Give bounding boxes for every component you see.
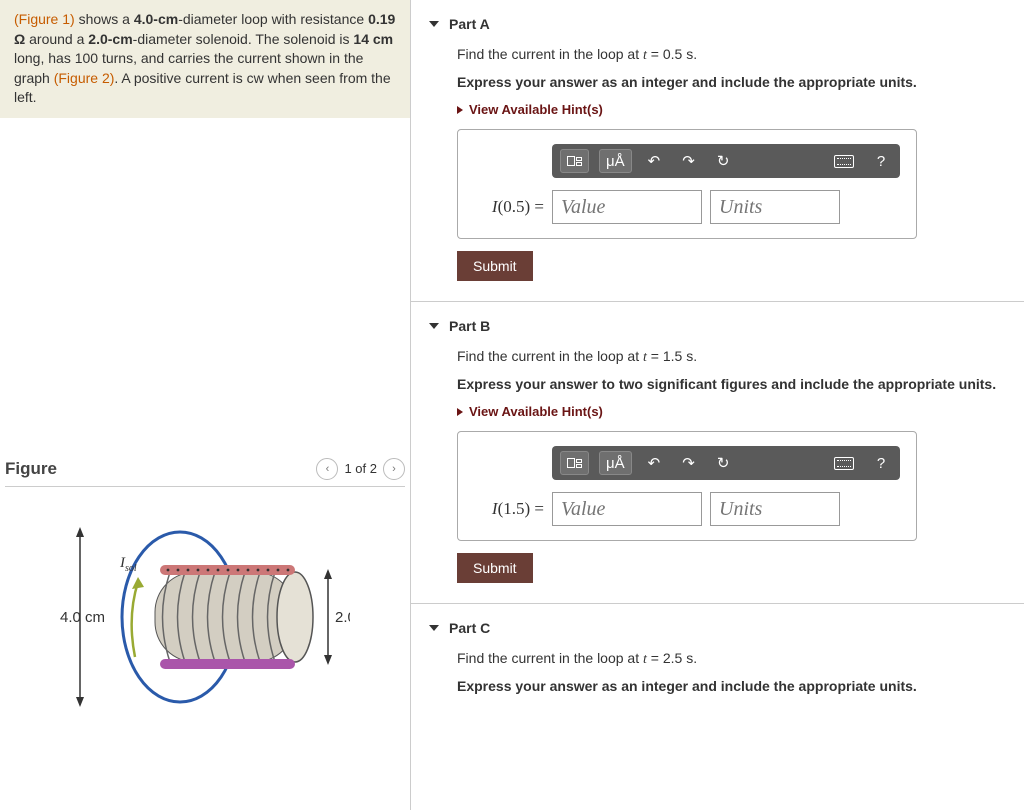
caret-down-icon: [429, 21, 439, 27]
template-icon: [567, 458, 582, 468]
template-icon: [567, 156, 582, 166]
prompt-text: =: [647, 650, 663, 666]
part-b-answer-box: μÅ ↶ ↷ ↻ ? I(1.5) =: [457, 431, 917, 541]
part-c-title: Part C: [449, 620, 490, 636]
answer-toolbar: μÅ ↶ ↷ ↻ ?: [552, 144, 900, 178]
problem-text: -diameter loop with resistance: [178, 11, 368, 27]
figure-pager: ‹ 1 of 2 ›: [316, 458, 405, 480]
part-a-lhs: I(0.5) =: [474, 197, 544, 217]
part-b-header[interactable]: Part B: [429, 312, 1006, 340]
figure-1-link[interactable]: (Figure 1): [14, 11, 75, 27]
prompt-val: 0.5 s: [663, 46, 693, 62]
part-a-hints-toggle[interactable]: View Available Hint(s): [457, 102, 1006, 117]
part-a-body: Find the current in the loop at t = 0.5 …: [429, 38, 1006, 281]
part-b: Part B Find the current in the loop at t…: [411, 302, 1024, 604]
part-b-prompt: Find the current in the loop at t = 1.5 …: [457, 348, 1006, 366]
part-c-instructions: Express your answer as an integer and in…: [457, 678, 1006, 694]
solenoid-length: 14 cm: [353, 31, 393, 47]
problem-text: shows a: [75, 11, 134, 27]
part-a-title: Part A: [449, 16, 490, 32]
prompt-text: Find the current in the loop at: [457, 650, 643, 666]
prompt-val: 1.5 s: [663, 348, 693, 364]
prompt-text: .: [693, 348, 697, 364]
keyboard-icon: [834, 457, 854, 470]
keyboard-button[interactable]: [828, 451, 860, 475]
prompt-text: =: [647, 348, 663, 364]
part-b-lhs: I(1.5) =: [474, 499, 544, 519]
part-b-submit-button[interactable]: Submit: [457, 553, 533, 583]
label-solenoid-diameter: 2.0 cm: [335, 609, 350, 626]
prompt-text: .: [693, 46, 697, 62]
problem-text: -diameter solenoid. The solenoid is: [133, 31, 354, 47]
caret-right-icon: [457, 106, 463, 114]
figure-header: Figure ‹ 1 of 2 ›: [5, 458, 405, 487]
redo-button[interactable]: ↷: [676, 149, 701, 173]
right-panel: Part A Find the current in the loop at t…: [410, 0, 1024, 810]
part-b-input-row: I(1.5) =: [474, 492, 900, 526]
problem-text: around a: [25, 31, 88, 47]
figure-2-link[interactable]: (Figure 2): [54, 70, 115, 86]
help-button[interactable]: ?: [870, 149, 892, 173]
undo-button[interactable]: ↶: [642, 149, 667, 173]
part-b-title: Part B: [449, 318, 490, 334]
part-c-body: Find the current in the loop at t = 2.5 …: [429, 642, 1006, 694]
part-c-header[interactable]: Part C: [429, 614, 1006, 642]
part-a-input-row: I(0.5) =: [474, 190, 900, 224]
part-b-units-input[interactable]: [710, 492, 840, 526]
solenoid-diameter: 2.0-cm: [88, 31, 132, 47]
left-panel: (Figure 1) shows a 4.0-cm-diameter loop …: [0, 0, 410, 810]
figure-image: 4.0 cm: [5, 517, 405, 717]
reset-button[interactable]: ↻: [711, 149, 736, 173]
label-isol: Isol: [119, 555, 137, 574]
prompt-text: Find the current in the loop at: [457, 348, 643, 364]
special-chars-button[interactable]: μÅ: [599, 149, 632, 173]
part-b-instructions: Express your answer to two significant f…: [457, 376, 1006, 392]
prev-figure-button[interactable]: ‹: [316, 458, 338, 480]
part-a: Part A Find the current in the loop at t…: [411, 0, 1024, 302]
part-a-answer-box: μÅ ↶ ↷ ↻ ? I(0.5) =: [457, 129, 917, 239]
prompt-text: =: [647, 46, 663, 62]
prompt-text: Find the current in the loop at: [457, 46, 643, 62]
prompt-val: 2.5 s: [663, 650, 693, 666]
part-a-instructions: Express your answer as an integer and in…: [457, 74, 1006, 90]
part-a-prompt: Find the current in the loop at t = 0.5 …: [457, 46, 1006, 64]
prompt-text: .: [693, 650, 697, 666]
part-a-units-input[interactable]: [710, 190, 840, 224]
part-a-header[interactable]: Part A: [429, 10, 1006, 38]
part-c-prompt: Find the current in the loop at t = 2.5 …: [457, 650, 1006, 668]
part-a-submit-button[interactable]: Submit: [457, 251, 533, 281]
next-figure-button[interactable]: ›: [383, 458, 405, 480]
template-tool-button[interactable]: [560, 149, 589, 173]
hints-label: View Available Hint(s): [469, 102, 603, 117]
problem-statement: (Figure 1) shows a 4.0-cm-diameter loop …: [0, 0, 410, 118]
keyboard-button[interactable]: [828, 149, 860, 173]
part-b-hints-toggle[interactable]: View Available Hint(s): [457, 404, 1006, 419]
hints-label: View Available Hint(s): [469, 404, 603, 419]
figure-heading: Figure: [5, 459, 57, 479]
caret-down-icon: [429, 323, 439, 329]
caret-down-icon: [429, 625, 439, 631]
caret-right-icon: [457, 408, 463, 416]
part-b-body: Find the current in the loop at t = 1.5 …: [429, 340, 1006, 583]
part-b-value-input[interactable]: [552, 492, 702, 526]
reset-button[interactable]: ↻: [711, 451, 736, 475]
keyboard-icon: [834, 155, 854, 168]
part-a-value-input[interactable]: [552, 190, 702, 224]
part-c: Part C Find the current in the loop at t…: [411, 604, 1024, 726]
pager-label: 1 of 2: [344, 461, 377, 476]
redo-button[interactable]: ↷: [676, 451, 701, 475]
undo-button[interactable]: ↶: [642, 451, 667, 475]
template-tool-button[interactable]: [560, 451, 589, 475]
special-chars-button[interactable]: μÅ: [599, 451, 632, 475]
help-button[interactable]: ?: [870, 451, 892, 475]
loop-diameter: 4.0-cm: [134, 11, 178, 27]
label-loop-diameter: 4.0 cm: [60, 609, 105, 626]
figure-section: Figure ‹ 1 of 2 › 4.0 cm: [0, 458, 410, 717]
answer-toolbar: μÅ ↶ ↷ ↻ ?: [552, 446, 900, 480]
